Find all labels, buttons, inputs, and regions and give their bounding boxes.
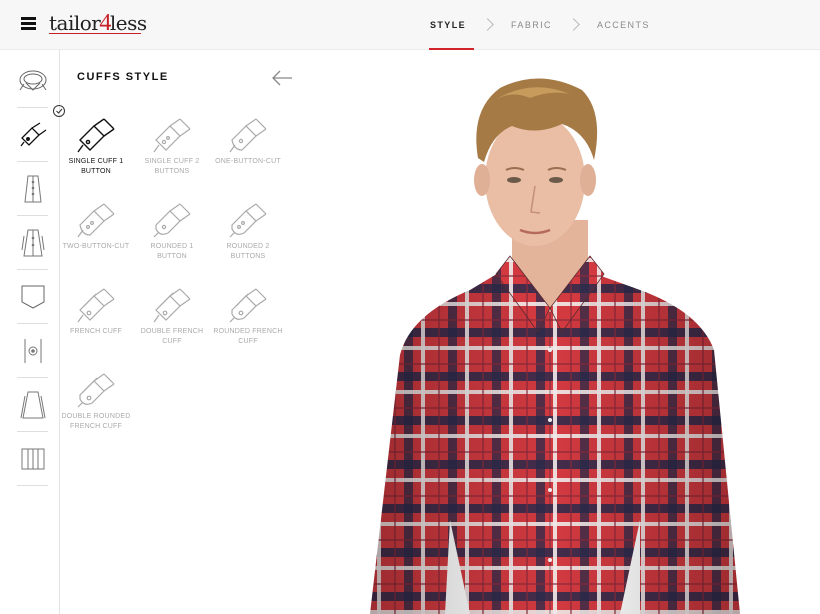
cuff-option[interactable]: SINGLE CUFF 1 BUTTON (53, 105, 134, 176)
panel-title: CUFFS STYLE (77, 71, 169, 83)
back-pleat-icon (21, 448, 44, 469)
option-label: ROUNDED 2 (226, 243, 270, 250)
chevron-right-icon (570, 16, 579, 34)
cuff-option[interactable]: ROUNDED 1 BUTTON (134, 195, 210, 261)
rail-item-cuffs[interactable] (17, 108, 48, 162)
step-nav: STYLE FABRIC ACCENTS (428, 0, 650, 50)
front-icon (21, 229, 44, 256)
rail-item-placket[interactable] (17, 162, 48, 216)
checkmark-icon (53, 105, 65, 117)
option-label: DOUBLE FRENCH (140, 328, 204, 335)
chevron-right-icon (484, 16, 493, 34)
step-fabric[interactable]: FABRIC (511, 0, 552, 50)
option-label: CUFF (162, 338, 182, 345)
single-cuff-1-button-icon (77, 118, 115, 153)
option-label: BUTTONS (230, 253, 266, 260)
cuff-icon (19, 121, 46, 146)
one-button-cut-icon (229, 118, 267, 153)
rounded-french-cuff-icon (229, 288, 267, 323)
cuff-option[interactable]: FRENCH CUFF (58, 280, 134, 337)
cuff-option[interactable]: TWO-BUTTON-CUT (58, 195, 134, 252)
option-label: TWO-BUTTON-CUT (62, 243, 130, 250)
option-label: BUTTON (157, 253, 187, 260)
cuff-option[interactable]: ROUNDED FRENCH CUFF (210, 280, 286, 346)
option-label: ROUNDED 1 (150, 243, 194, 250)
option-label: SINGLE CUFF 2 (144, 158, 200, 165)
rail-item-buttons[interactable] (17, 324, 48, 378)
rounded-2-buttons-icon (229, 203, 267, 238)
placket-icon (23, 175, 42, 202)
option-label: FRENCH CUFF (70, 423, 122, 430)
step-style[interactable]: STYLE (428, 0, 475, 50)
shirt-preview-image (370, 78, 740, 614)
cuff-option[interactable]: ROUNDED 2 BUTTONS (210, 195, 286, 261)
rail-item-pocket[interactable] (17, 270, 48, 324)
cuff-option[interactable]: ONE-BUTTON-CUT (210, 110, 286, 167)
hamburger-menu-icon[interactable] (21, 17, 36, 30)
sleeve-icon (20, 391, 45, 418)
logo-underline (49, 33, 141, 34)
double-french-cuff-icon (153, 288, 191, 323)
collar-icon (19, 70, 46, 91)
option-label: CUFF (238, 338, 258, 345)
single-cuff-2-buttons-icon (153, 118, 191, 153)
two-button-cut-icon (77, 203, 115, 238)
option-label: BUTTONS (154, 168, 190, 175)
option-label: ROUNDED FRENCH (213, 328, 283, 335)
option-label: SINGLE CUFF 1 (68, 158, 124, 165)
logo-text-suffix: less (109, 11, 147, 35)
cuff-option[interactable]: SINGLE CUFF 2 BUTTONS (134, 110, 210, 176)
option-label: FRENCH CUFF (70, 328, 122, 335)
option-label: BUTTON (81, 168, 111, 175)
logo-text-prefix: tailor (49, 11, 101, 35)
cuff-option[interactable]: DOUBLE FRENCH CUFF (134, 280, 210, 346)
rail-item-collar[interactable] (17, 54, 48, 108)
button-icon (24, 338, 41, 363)
back-arrow-icon[interactable] (270, 69, 294, 87)
top-bar: tailor 4 less STYLE FABRIC ACCENTS (0, 0, 820, 50)
rail-item-front[interactable] (17, 216, 48, 270)
double-rounded-french-cuff-icon (77, 373, 115, 408)
french-cuff-icon (77, 288, 115, 323)
rounded-1-button-icon (153, 203, 191, 238)
pocket-icon (21, 285, 44, 309)
rail-item-back[interactable] (17, 432, 48, 486)
option-label: DOUBLE ROUNDED (61, 413, 131, 420)
step-accents[interactable]: ACCENTS (597, 0, 650, 50)
rail-item-sleeve[interactable] (17, 378, 48, 432)
option-label: ONE-BUTTON-CUT (215, 158, 281, 165)
category-rail (0, 50, 60, 614)
cuff-option[interactable]: DOUBLE ROUNDED FRENCH CUFF (58, 365, 134, 431)
